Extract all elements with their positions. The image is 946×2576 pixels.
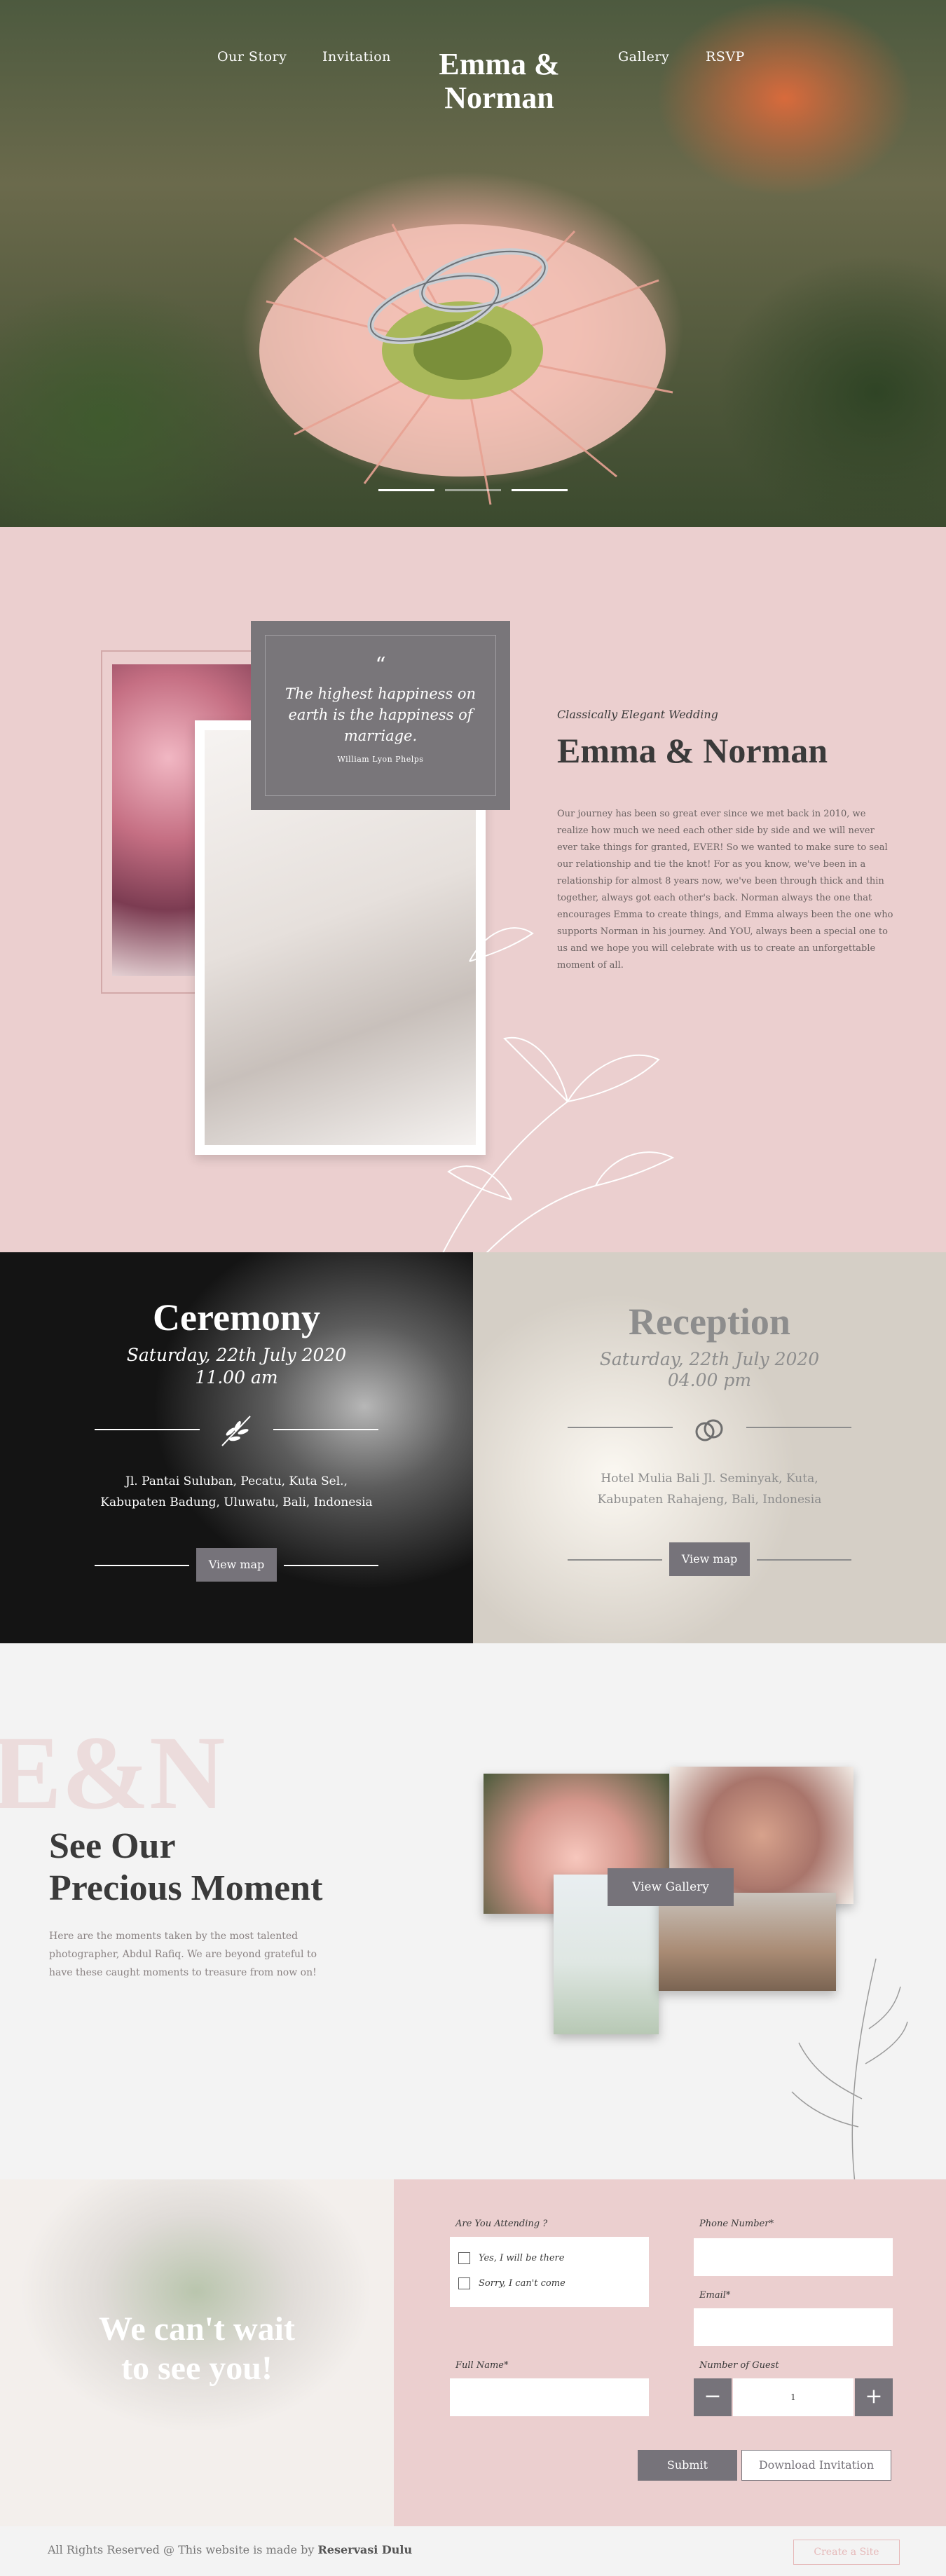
quote-text: The highest happiness on earth is the ha… [285, 685, 477, 744]
slider-dot-3[interactable] [512, 489, 568, 491]
reception-address: Hotel Mulia Bali Jl. Seminyak, Kuta, Kab… [597, 1472, 822, 1507]
gallery-body: Here are the moments taken by the most t… [49, 1931, 317, 1978]
footer-copyright: All Rights Reserved @ This website is ma… [48, 2543, 315, 2556]
checkbox[interactable] [458, 2252, 470, 2264]
ceremony-date: Saturday, 22th July 2020 [126, 1345, 347, 1365]
nav-rsvp[interactable]: RSVP [706, 49, 745, 64]
reception-date: Saturday, 22th July 2020 [599, 1349, 820, 1369]
divider [568, 1427, 673, 1428]
divider [95, 1565, 189, 1566]
reception-section: Reception Saturday, 22th July 2020 04.00… [473, 1252, 946, 1643]
divider [757, 1559, 851, 1561]
about-title: Emma & Norman [557, 731, 828, 770]
guest-decrement-button[interactable]: − [694, 2378, 732, 2416]
ceremony-address: Jl. Pantai Suluban, Pecatu, Kuta Sel., K… [100, 1474, 373, 1509]
olive-branch-icon [221, 1416, 251, 1446]
create-site-button[interactable]: Create a Site [793, 2540, 900, 2565]
ceremony-time: 11.00 am [195, 1367, 278, 1388]
divider [284, 1565, 378, 1566]
nav-invitation[interactable]: Invitation [322, 49, 391, 64]
guest-count-field[interactable]: 1 [733, 2378, 854, 2416]
email-label: Email* [699, 2290, 731, 2301]
plant-illustration [791, 1958, 908, 2179]
brand-line-2: Norman [444, 81, 554, 115]
divider [746, 1427, 851, 1428]
slider-dot-1[interactable] [378, 489, 434, 491]
gallery-title-line-1: See Our [49, 1826, 176, 1866]
footer-brand-link[interactable]: Reservasi Dulu [317, 2543, 412, 2556]
reception-view-map-button[interactable]: View map [669, 1542, 750, 1576]
quote-mark: “ [375, 653, 386, 678]
about-kicker: Classically Elegant Wedding [557, 708, 718, 721]
phone-field[interactable] [694, 2238, 893, 2276]
divider [568, 1559, 662, 1561]
rsvp-headline: We can't wait to see you! [0, 2310, 394, 2388]
rsvp-photo: We can't wait to see you! [0, 2179, 394, 2526]
email-field[interactable] [694, 2308, 893, 2346]
checkbox[interactable] [458, 2277, 470, 2289]
rsvp-headline-line-1: We can't wait [99, 2310, 295, 2348]
ceremony-section: Ceremony Saturday, 22th July 2020 11.00 … [0, 1252, 473, 1643]
ceremony-view-map-button[interactable]: View map [196, 1548, 277, 1582]
footer: All Rights Reserved @ This website is ma… [0, 2526, 946, 2576]
slider-dot-2[interactable] [445, 489, 501, 491]
submit-button[interactable]: Submit [638, 2450, 737, 2481]
quote-box: “ The highest happiness on earth is the … [251, 621, 510, 810]
phone-label: Phone Number* [699, 2219, 774, 2229]
about-section: “ The highest happiness on earth is the … [0, 527, 946, 1252]
guest-increment-button[interactable]: + [855, 2378, 893, 2416]
divider [95, 1429, 200, 1430]
option-no[interactable]: Sorry, I can't come [458, 2277, 565, 2289]
guest-label: Number of Guest [699, 2360, 779, 2371]
reception-title: Reception [629, 1301, 790, 1343]
full-name-label: Full Name* [455, 2360, 509, 2371]
nav-our-story[interactable]: Our Story [217, 49, 287, 64]
quote-author: William Lyon Phelps [337, 755, 424, 764]
view-gallery-button[interactable]: View Gallery [608, 1868, 734, 1906]
download-invitation-button[interactable]: Download Invitation [741, 2450, 891, 2481]
option-yes[interactable]: Yes, I will be there [458, 2252, 564, 2264]
attending-options-box [450, 2237, 649, 2307]
main-nav: Our Story Invitation Emma & Norman Galle… [0, 28, 946, 115]
brand-line-1: Emma & [439, 47, 560, 81]
divider [273, 1429, 378, 1430]
gallery-title: See Our Precious Moment [49, 1825, 322, 1910]
nav-gallery[interactable]: Gallery [618, 49, 669, 64]
full-name-field[interactable] [450, 2378, 649, 2416]
reception-time: 04.00 pm [667, 1370, 752, 1390]
attending-label: Are You Attending ? [455, 2219, 548, 2229]
rings-icon [695, 1419, 723, 1441]
gallery-section: E&N See Our Precious Moment Here are the… [0, 1643, 946, 2179]
hero-section: Our Story Invitation Emma & Norman Galle… [0, 0, 946, 527]
rsvp-headline-line-2: to see you! [121, 2350, 273, 2387]
ginkgo-illustration [442, 927, 675, 1252]
gallery-watermark: E&N [0, 1715, 226, 1831]
rsvp-form: Are You Attending ? Yes, I will be there… [394, 2179, 946, 2526]
ceremony-title: Ceremony [153, 1296, 320, 1338]
footer-text: All Rights Reserved @ This website is ma… [48, 2543, 412, 2556]
gallery-title-line-2: Precious Moment [49, 1868, 323, 1908]
brand-logo[interactable]: Emma & Norman [431, 48, 568, 115]
